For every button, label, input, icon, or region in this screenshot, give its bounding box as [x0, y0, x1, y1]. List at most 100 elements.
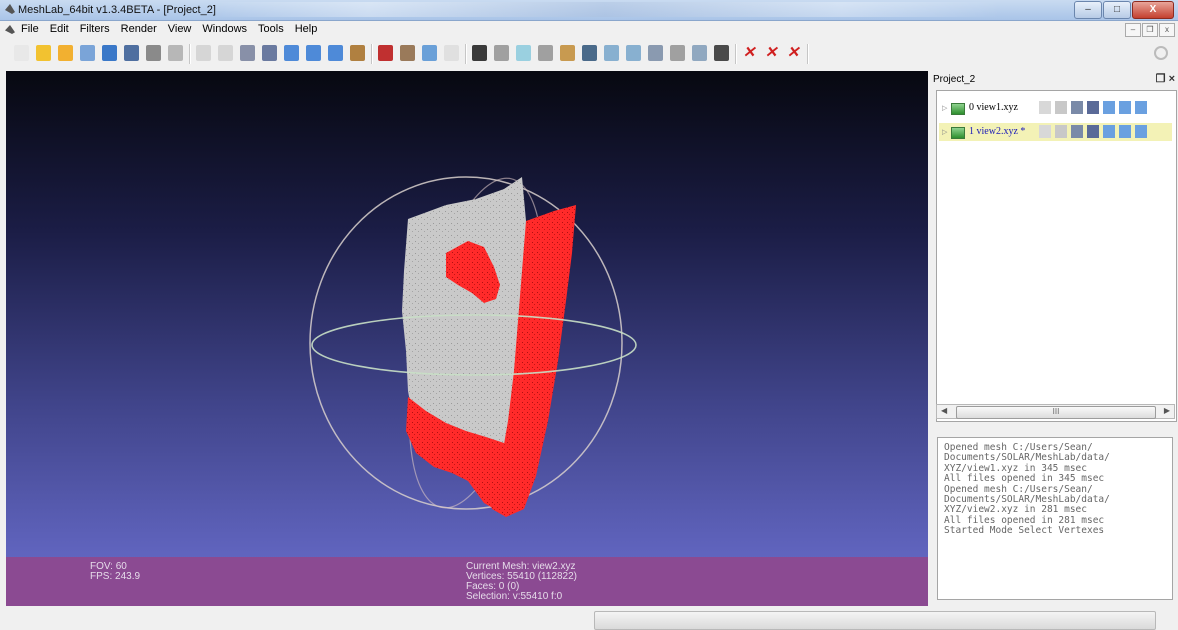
open-mesh-icon[interactable]: [56, 43, 74, 63]
open-project-icon-glyph: [35, 45, 51, 61]
pick-points-icon[interactable]: [668, 43, 686, 63]
status-bar: [0, 608, 1178, 630]
menu-file[interactable]: File: [21, 23, 39, 35]
mesh-render: [309, 176, 637, 517]
select-faces-icon[interactable]: [470, 43, 488, 63]
layers-icon[interactable]: [144, 43, 162, 63]
menu-render[interactable]: Render: [121, 23, 157, 35]
fullscreen-icon[interactable]: [420, 43, 438, 63]
scroll-left-arrow-icon[interactable]: ◀: [941, 406, 947, 415]
visibility-toggle-icon[interactable]: [951, 103, 965, 115]
delete-faces-icon[interactable]: ✕: [740, 43, 758, 63]
mdi-restore-button[interactable]: ❐: [1142, 23, 1158, 37]
flat-icon[interactable]: [1103, 101, 1115, 114]
manipulator-icon-glyph: [647, 45, 663, 61]
select-vertices-icon[interactable]: [602, 43, 620, 63]
menu-windows[interactable]: Windows: [202, 23, 247, 35]
scroll-right-arrow-icon[interactable]: ▶: [1164, 406, 1170, 415]
layer-name: 1 view2.xyz *: [969, 126, 1026, 137]
open-project-icon[interactable]: [34, 43, 52, 63]
delete-selection-icon[interactable]: ✕: [784, 43, 802, 63]
menu-edit[interactable]: Edit: [50, 23, 69, 35]
smooth-icon[interactable]: [326, 43, 344, 63]
align-icon[interactable]: [536, 43, 554, 63]
wireframe-icon[interactable]: [1071, 101, 1083, 114]
bounding-box-icon[interactable]: [1039, 125, 1051, 138]
texture-icon[interactable]: [398, 43, 416, 63]
layer-panel-header: Project_2 ❒ ×: [930, 72, 1178, 88]
bounding-box-icon[interactable]: [1039, 101, 1051, 114]
layer-list-hscrollbar[interactable]: ◀ III ▶: [936, 404, 1175, 419]
expand-arrow-icon[interactable]: ▷: [942, 128, 947, 136]
reload-icon[interactable]: [78, 43, 96, 63]
select-faces-icon-glyph: [471, 45, 487, 61]
layers-icon-glyph: [145, 45, 161, 61]
panel-float-close-controls[interactable]: ❒ ×: [1156, 72, 1175, 85]
visibility-toggle-icon[interactable]: [951, 127, 965, 139]
flat-icon[interactable]: [1103, 125, 1115, 138]
maximize-button[interactable]: □: [1103, 1, 1131, 19]
toolbar-separator: [735, 44, 737, 64]
snapshot-icon[interactable]: [122, 43, 140, 63]
save-icon[interactable]: [100, 43, 118, 63]
layer-row[interactable]: ▷ 0 view1.xyz: [939, 99, 1172, 117]
wireframe-icon[interactable]: [238, 43, 256, 63]
flat-lines-icon[interactable]: [1119, 101, 1131, 114]
delete-vertices-icon[interactable]: ✕: [762, 43, 780, 63]
toggle-log-icon[interactable]: [166, 43, 184, 63]
annotation-icon[interactable]: [442, 43, 460, 63]
hidden-lines-icon-glyph: [261, 45, 277, 61]
minimize-button[interactable]: –: [1074, 1, 1102, 19]
search-icon[interactable]: [1152, 43, 1170, 63]
points-icon[interactable]: [1055, 101, 1067, 114]
menu-view[interactable]: View: [168, 23, 192, 35]
points-icon[interactable]: [216, 43, 234, 63]
viewport-info-bar: FOV: 60 FPS: 243.9 Current Mesh: view2.x…: [6, 557, 928, 606]
layer-row-selected[interactable]: ▷ 1 view2.xyz *: [939, 123, 1172, 141]
pick-points-icon-glyph: [669, 45, 685, 61]
color-icon-glyph: [377, 45, 393, 61]
manipulator-icon[interactable]: [646, 43, 664, 63]
flat-icon[interactable]: [282, 43, 300, 63]
menu-tools[interactable]: Tools: [258, 23, 284, 35]
bounding-box-icon[interactable]: [194, 43, 212, 63]
hidden-lines-icon[interactable]: [1087, 101, 1099, 114]
flat-lines-icon[interactable]: [304, 43, 322, 63]
texture-param-icon[interactable]: [580, 43, 598, 63]
mdi-controls: – ❐ x: [1125, 23, 1175, 37]
mdi-minimize-button[interactable]: –: [1125, 23, 1141, 37]
point-editor-icon[interactable]: [690, 43, 708, 63]
points-icon[interactable]: [1055, 125, 1067, 138]
title-bar-background-blur: [210, 2, 1000, 17]
fps-readout: FPS: 243.9: [90, 571, 141, 582]
color-icon[interactable]: [376, 43, 394, 63]
mdi-close-button[interactable]: x: [1159, 23, 1175, 37]
smooth-icon[interactable]: [1135, 101, 1147, 114]
z-painting-icon[interactable]: [558, 43, 576, 63]
flat-lines-icon[interactable]: [1119, 125, 1131, 138]
paint-icon[interactable]: [492, 43, 510, 63]
meshlab-app-icon: [5, 4, 15, 14]
save-icon-glyph: [101, 45, 117, 61]
system-menu-icon[interactable]: [5, 25, 15, 34]
menu-help[interactable]: Help: [295, 23, 318, 35]
wireframe-icon[interactable]: [1071, 125, 1083, 138]
hidden-lines-icon[interactable]: [260, 43, 278, 63]
open-mesh-icon-glyph: [57, 45, 73, 61]
hidden-lines-icon[interactable]: [1087, 125, 1099, 138]
3d-viewport[interactable]: FOV: 60 FPS: 243.9 Current Mesh: view2.x…: [6, 71, 928, 606]
smooth-icon[interactable]: [1135, 125, 1147, 138]
close-button[interactable]: X: [1132, 1, 1174, 19]
expand-arrow-icon[interactable]: ▷: [942, 104, 947, 112]
new-project-icon[interactable]: [12, 43, 30, 63]
light-icon[interactable]: [348, 43, 366, 63]
info-icon[interactable]: [712, 43, 730, 63]
texture-param-icon-glyph: [581, 45, 597, 61]
menu-filters[interactable]: Filters: [80, 23, 110, 35]
delete-selection-icon-glyph: ✕: [786, 44, 800, 61]
select-connected-icon[interactable]: [624, 43, 642, 63]
scroll-thumb[interactable]: III: [956, 406, 1156, 419]
fullscreen-icon-glyph: [421, 45, 437, 61]
measure-icon[interactable]: [514, 43, 532, 63]
points-icon-glyph: [217, 45, 233, 61]
